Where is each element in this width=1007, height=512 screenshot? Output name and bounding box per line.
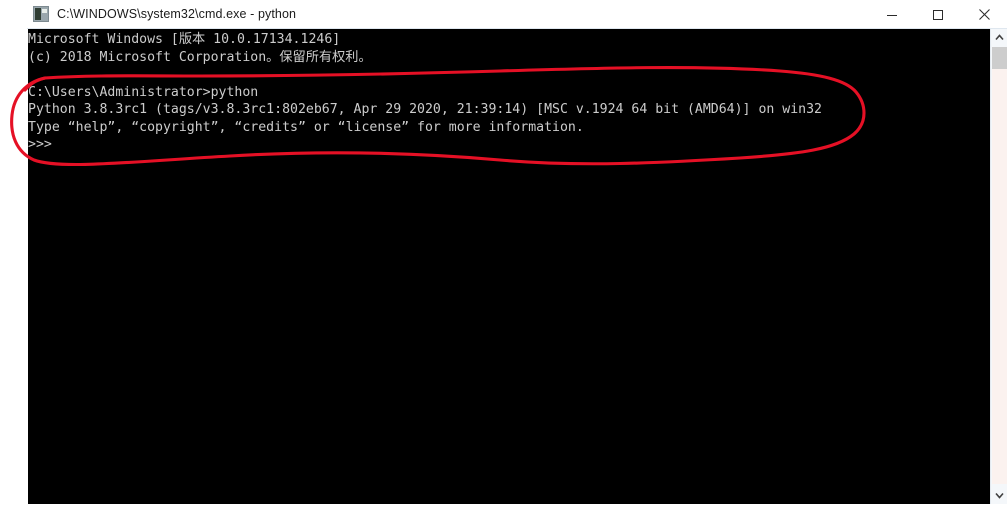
cmd-exe-icon (33, 6, 49, 22)
console-line: C:\Users\Administrator>python (28, 84, 259, 100)
console-line: Microsoft Windows [版本 10.0.17134.1246] (28, 32, 341, 47)
window-title: C:\WINDOWS\system32\cmd.exe - python (57, 7, 297, 21)
titlebar[interactable]: C:\WINDOWS\system32\cmd.exe - python (27, 0, 1007, 29)
scrollbar-track[interactable] (992, 69, 1007, 484)
scrollbar-thumb[interactable] (992, 47, 1007, 69)
chevron-up-icon[interactable] (991, 29, 1007, 46)
maximize-button[interactable] (915, 0, 961, 29)
console-prompt-line: >>> (28, 137, 52, 152)
window-controls (869, 0, 1007, 29)
console-line: (c) 2018 Microsoft Corporation。保留所有权利。 (28, 49, 372, 65)
console-line: Type “help”, “copyright”, “credits” or “… (28, 119, 584, 135)
chevron-down-icon[interactable] (991, 487, 1007, 504)
console-output-area[interactable]: Microsoft Windows [版本 10.0.17134.1246] (c… (28, 29, 1007, 504)
screen-background: C:\WINDOWS\system32\cmd.exe - python Mic… (0, 0, 1007, 512)
minimize-button[interactable] (869, 0, 915, 29)
close-button[interactable] (961, 0, 1007, 29)
console-line: Python 3.8.3rc1 (tags/v3.8.3rc1:802eb67,… (28, 102, 822, 117)
console-text: Microsoft Windows [版本 10.0.17134.1246] (c… (28, 31, 978, 154)
vertical-scrollbar[interactable] (990, 29, 1007, 504)
